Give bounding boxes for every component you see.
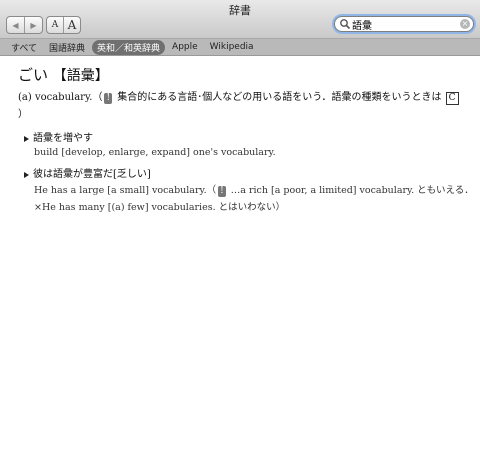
dictionary-window: 辞書 ◀ ▶ A A × すべて 国語辞典 英和／和英辞典 Apple Wik xyxy=(0,0,480,452)
font-larger-button[interactable]: A xyxy=(63,17,80,33)
sub-entry-1-example: build [develop, enlarge, expand] one's v… xyxy=(34,147,276,158)
clear-search-icon[interactable]: × xyxy=(460,19,470,29)
definition-pane: ごい 【語彙】 (a) vocabulary.（! 集合的にある言語･個人などの… xyxy=(0,56,480,452)
sub-entry-2-phrase: 彼は語彙が豊富だ[乏しい] xyxy=(33,169,151,180)
back-arrow-icon: ◀ xyxy=(12,20,19,30)
scope-japanese-dictionary[interactable]: 国語辞典 xyxy=(44,40,90,55)
def-body: 集合的にある言語･個人などの用いる語をいう．語彙の種類をいうときは xyxy=(114,92,445,103)
def-end: ） xyxy=(18,109,28,120)
search-field[interactable]: × xyxy=(334,16,474,32)
scope-apple[interactable]: Apple xyxy=(167,41,203,53)
sub-entry-2: 彼は語彙が豊富だ[乏しい] xyxy=(24,165,151,180)
countable-badge: C xyxy=(445,92,459,105)
sub-entry-1: 語彙を増やす xyxy=(24,129,93,144)
scope-wikipedia[interactable]: Wikipedia xyxy=(205,41,259,53)
scope-all[interactable]: すべて xyxy=(6,40,42,55)
headword: ごい 【語彙】 xyxy=(18,64,109,85)
back-button[interactable]: ◀ xyxy=(7,17,24,33)
font-smaller-button[interactable]: A xyxy=(47,17,63,33)
search-icon xyxy=(340,19,351,30)
back-forward-control: ◀ ▶ xyxy=(6,16,43,34)
forward-arrow-icon: ▶ xyxy=(30,20,37,30)
search-input[interactable] xyxy=(352,17,452,31)
scope-english-japanese-dictionary[interactable]: 英和／和英辞典 xyxy=(92,39,166,55)
sub-entry-2-example-1: He has a large [a small] vocabulary.（! …… xyxy=(34,182,474,197)
sub-entry-2-example-2: ×He has many [(a) few] vocabularies. とはい… xyxy=(34,202,286,213)
example-1-b: …a rich [a poor, a limited] vocabulary. … xyxy=(227,185,474,196)
note-badge: ! xyxy=(104,93,113,104)
triangle-bullet-icon xyxy=(24,171,29,178)
forward-button[interactable]: ▶ xyxy=(24,17,42,33)
dictionary-scope-bar: すべて 国語辞典 英和／和英辞典 Apple Wikipedia xyxy=(0,39,480,56)
toolbar: 辞書 ◀ ▶ A A × xyxy=(0,0,480,39)
headword-reading: ごい xyxy=(18,66,49,84)
headword-kanji: 【語彙】 xyxy=(52,68,109,84)
definition-text: (a) vocabulary.（! 集合的にある言語･個人などの用いる語をいう．… xyxy=(18,89,468,123)
font-size-control: A A xyxy=(46,16,81,34)
note-badge: ! xyxy=(218,186,226,197)
def-lead: (a) vocabulary.（ xyxy=(18,92,103,103)
triangle-bullet-icon xyxy=(24,135,29,142)
sub-entry-1-phrase: 語彙を増やす xyxy=(33,133,93,144)
example-1-a: He has a large [a small] vocabulary.（ xyxy=(34,185,217,196)
